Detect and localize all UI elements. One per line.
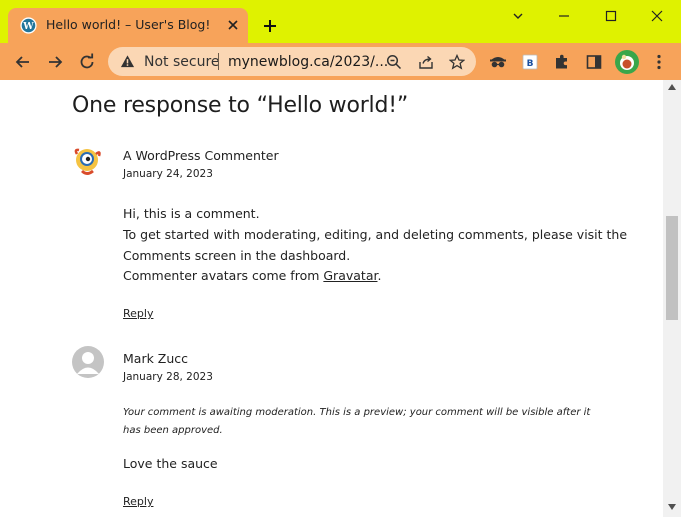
new-tab-icon[interactable] (260, 16, 280, 36)
omnibox-divider (218, 53, 219, 70)
reply-link[interactable]: Reply (123, 495, 153, 508)
close-tab-icon[interactable] (226, 18, 240, 32)
share-icon[interactable] (418, 54, 434, 70)
svg-text:B: B (527, 59, 534, 69)
zoom-icon[interactable] (386, 54, 402, 70)
moderation-notice-line: has been approved. (123, 425, 223, 436)
comment-text-line: Commenter avatars come from Gravatar. (123, 268, 381, 283)
gravatar-link[interactable]: Gravatar (323, 268, 377, 283)
reply-link[interactable]: Reply (123, 307, 153, 320)
address-bar[interactable]: Not secure mynewblog.ca/2023/... (108, 47, 476, 76)
title-bar: W Hello world! – User's Blog! (0, 0, 681, 44)
b-extension-icon[interactable]: B (520, 52, 540, 72)
tab-title: Hello world! – User's Blog! (46, 17, 211, 32)
svg-text:W: W (22, 21, 34, 32)
comment-author: Mark Zucc (123, 351, 189, 366)
maximize-icon[interactable] (601, 7, 621, 25)
chevron-down-icon[interactable] (508, 7, 528, 25)
browser-tab[interactable]: W Hello world! – User's Blog! (8, 8, 248, 44)
side-panel-icon[interactable] (584, 52, 604, 72)
url-text[interactable]: mynewblog.ca/2023/... (228, 54, 388, 70)
close-window-icon[interactable] (647, 7, 667, 25)
wordpress-icon: W (20, 17, 37, 34)
default-avatar-icon (72, 346, 104, 378)
star-icon[interactable] (449, 54, 465, 70)
spy-extension-icon[interactable] (488, 52, 508, 72)
comment-text-line: To get started with moderating, editing,… (123, 227, 628, 242)
comment-text-line: Comments screen in the dashboard. (123, 248, 351, 263)
moderation-notice-line: Your comment is awaiting moderation. Thi… (123, 407, 591, 418)
scroll-up-arrow-icon[interactable] (668, 84, 676, 90)
comment-date[interactable]: January 24, 2023 (123, 168, 213, 180)
warning-icon[interactable] (120, 54, 135, 69)
comment-author: A WordPress Commenter (123, 148, 279, 163)
comment-text-suffix: . (377, 268, 382, 283)
comment-date[interactable]: January 28, 2023 (123, 371, 213, 383)
wapuu-avatar-icon (74, 148, 101, 175)
minimize-icon[interactable] (554, 7, 574, 25)
puzzle-icon[interactable] (552, 52, 572, 72)
comment-text-line: Hi, this is a comment. (123, 206, 260, 221)
browser-toolbar: Not secure mynewblog.ca/2023/... B (0, 43, 681, 80)
comments-heading: One response to “Hello world!” (72, 93, 409, 118)
comment-text-prefix: Commenter avatars come from (123, 268, 324, 283)
not-secure-label[interactable]: Not secure (144, 54, 220, 70)
forward-arrow-icon[interactable] (45, 52, 65, 72)
scroll-down-arrow-icon[interactable] (668, 504, 676, 510)
comment-text-line: Love the sauce (123, 456, 218, 471)
page-scrollbar[interactable] (663, 80, 681, 517)
scrollbar-thumb[interactable] (666, 216, 678, 320)
profile-avatar-icon[interactable] (614, 49, 640, 75)
menu-dots-icon[interactable] (649, 52, 669, 72)
reload-icon[interactable] (77, 52, 97, 72)
back-arrow-icon[interactable] (13, 52, 33, 72)
page-content: One response to “Hello world!” A WordPre… (0, 80, 663, 517)
